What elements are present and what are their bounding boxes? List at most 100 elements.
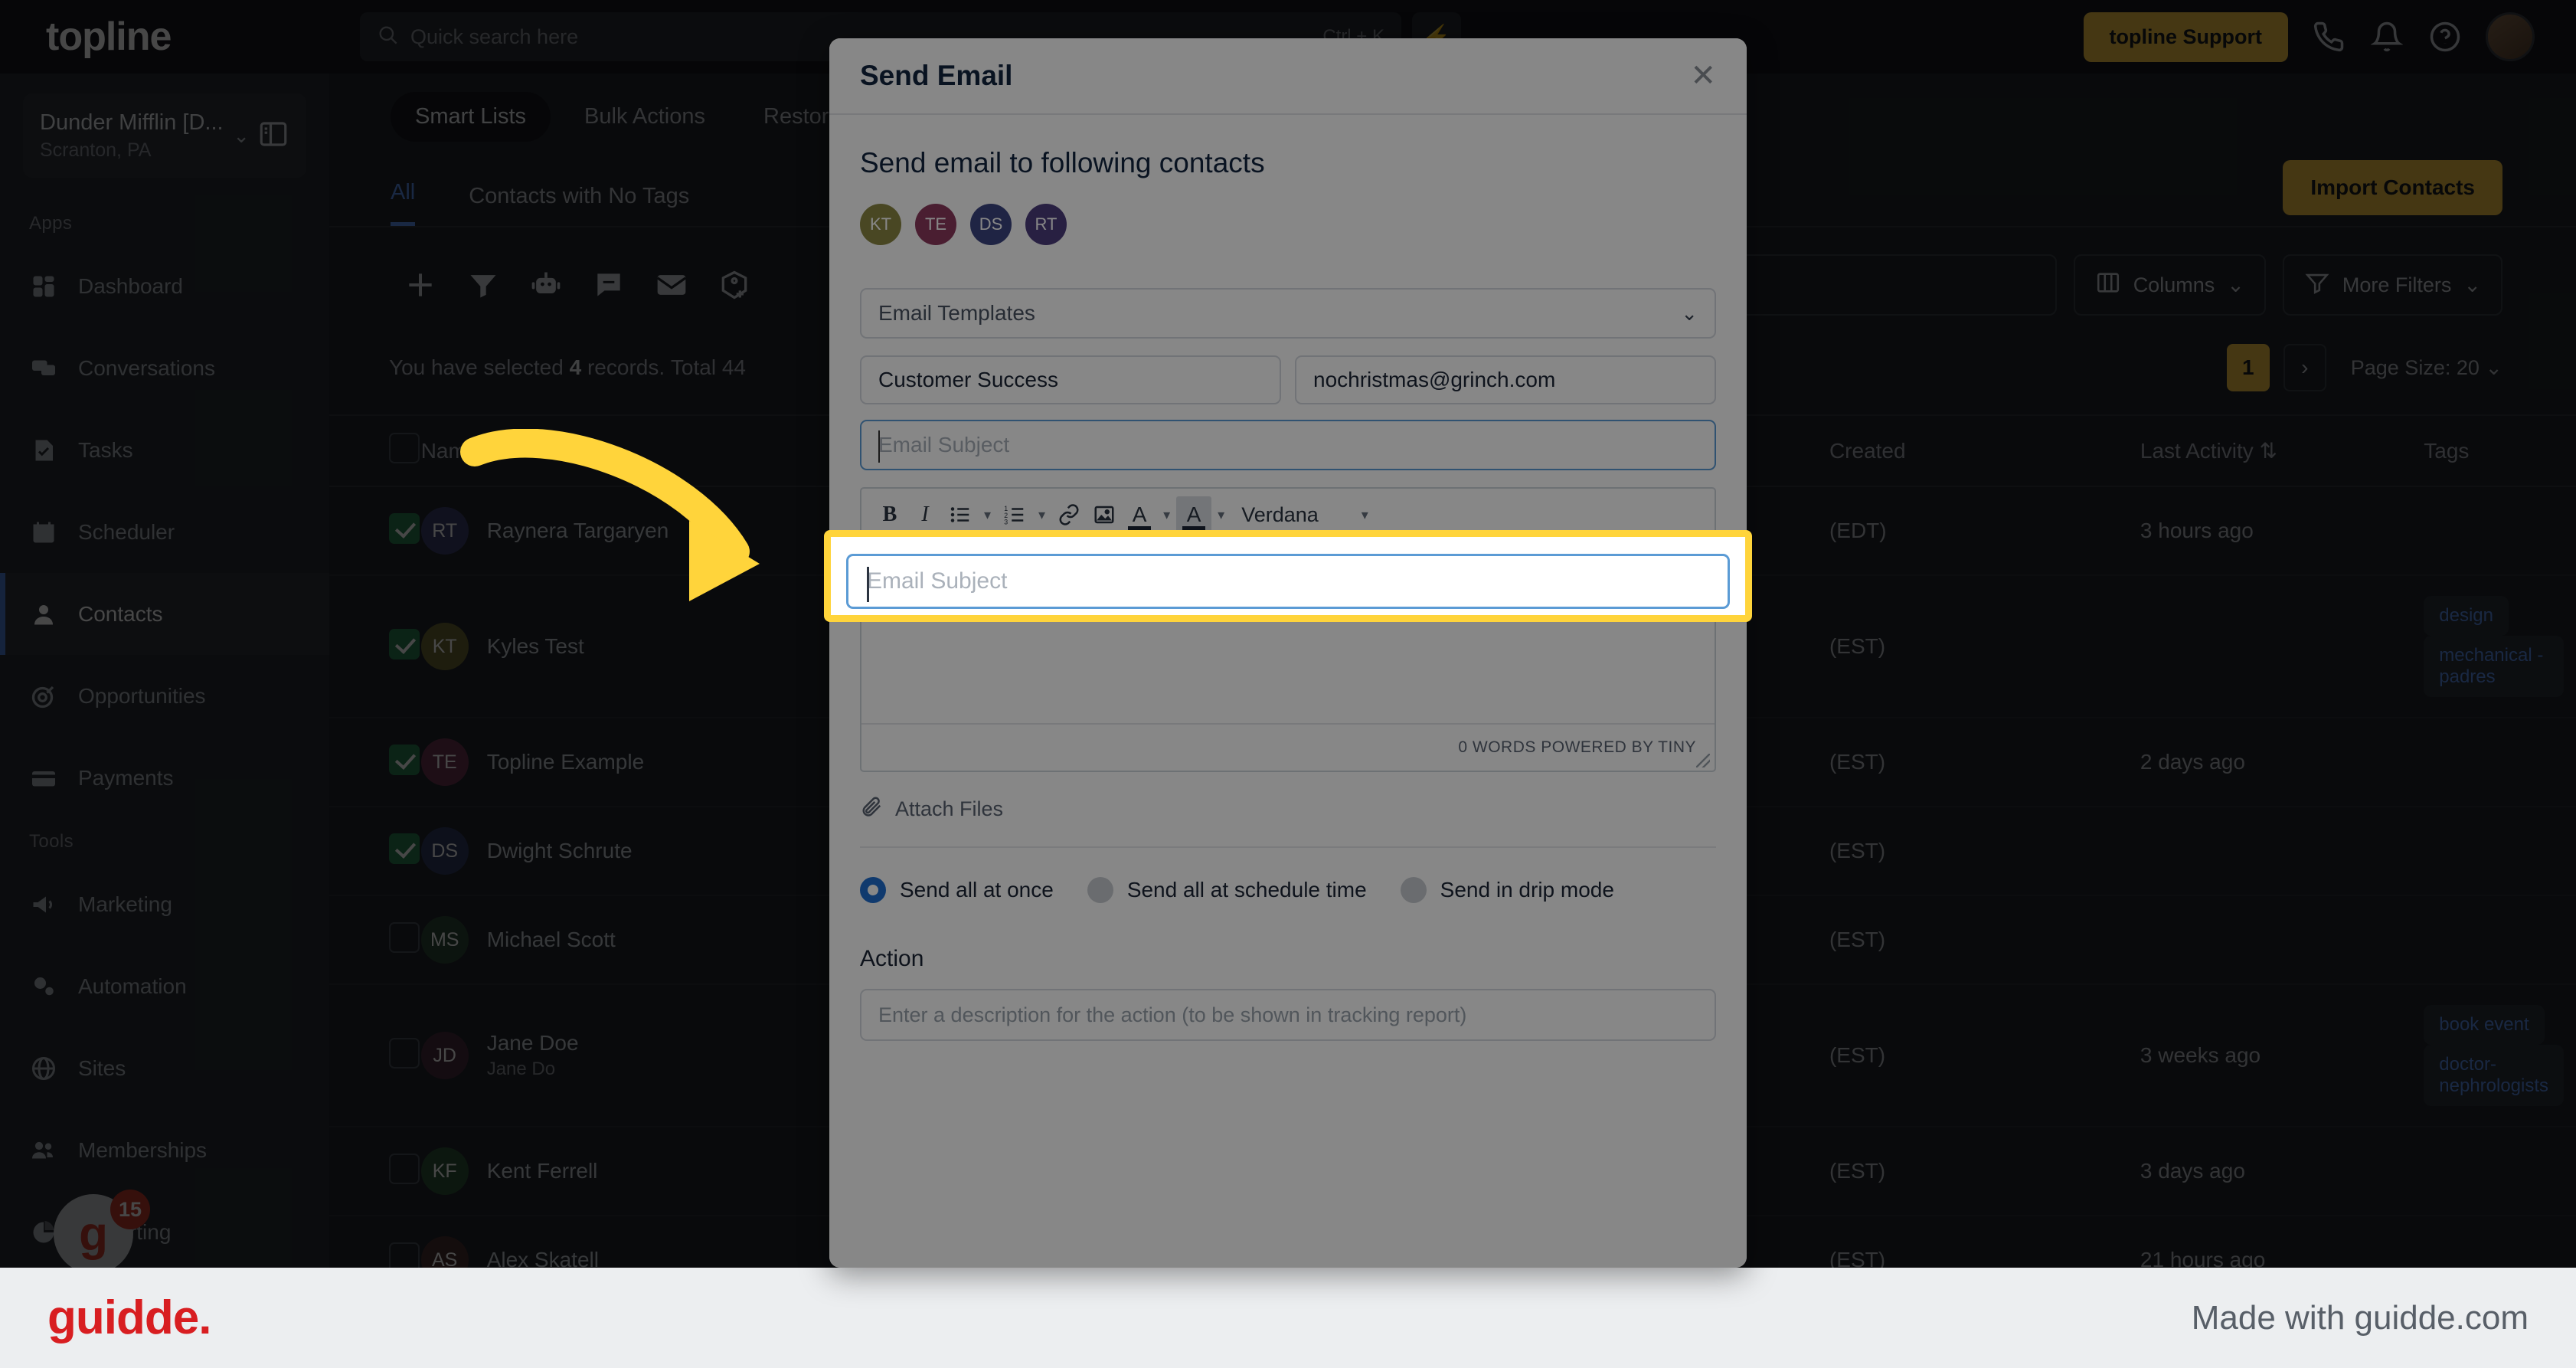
plus-icon[interactable] (389, 254, 452, 316)
row-checkbox[interactable] (389, 921, 420, 953)
row-checkbox-cell[interactable] (329, 807, 421, 896)
bold-icon[interactable]: B (872, 496, 907, 533)
more-filters-button[interactable]: More Filters ⌄ (2282, 254, 2502, 316)
close-icon[interactable]: ✕ (1690, 61, 1716, 91)
row-checkbox-cell[interactable] (329, 718, 421, 807)
tab-bulk-actions[interactable]: Bulk Actions (560, 92, 730, 142)
sidebar-item-contacts[interactable]: Contacts (0, 573, 329, 655)
resize-handle[interactable] (1696, 754, 1710, 767)
bullet-list-icon[interactable] (943, 496, 978, 533)
panel-toggle-icon[interactable] (257, 118, 289, 154)
sidebar-item-marketing[interactable]: Marketing (0, 863, 329, 945)
row-checkbox-cell[interactable] (329, 984, 421, 1127)
message-icon[interactable] (577, 254, 640, 316)
sidebar-item-sites[interactable]: Sites (0, 1027, 329, 1109)
contact-name: Michael Scott (486, 928, 616, 951)
row-checkbox[interactable] (389, 1153, 420, 1184)
italic-icon[interactable]: I (907, 496, 943, 533)
tag-chip[interactable]: book event (2424, 1005, 2545, 1045)
row-checkbox-cell[interactable] (329, 1127, 421, 1216)
highlight-color-icon[interactable]: A (1176, 496, 1212, 533)
more-filters-label: More Filters (2342, 273, 2452, 296)
row-checkbox[interactable] (389, 628, 420, 659)
row-checkbox-cell[interactable] (329, 895, 421, 985)
import-contacts-button[interactable]: Import Contacts (2283, 160, 2502, 215)
row-created-cell: (EST) (1829, 718, 2140, 807)
tag-plus-icon[interactable] (703, 254, 766, 316)
chevron-down-icon[interactable]: ⌄ (233, 124, 250, 148)
tab-smart-lists[interactable]: Smart Lists (391, 92, 551, 142)
column-created[interactable]: Created (1829, 414, 2140, 487)
action-description-input[interactable]: Enter a description for the action (to b… (860, 989, 1716, 1041)
column-tags[interactable]: Tags (2424, 414, 2576, 487)
people-icon (29, 1136, 58, 1165)
page-size-selector[interactable]: Page Size: 20 ⌄ (2351, 356, 2502, 380)
sidebar-item-label: Marketing (78, 892, 172, 916)
row-checkbox[interactable] (389, 1242, 420, 1268)
user-avatar[interactable] (2486, 12, 2535, 61)
font-family-select[interactable]: Verdana (1231, 503, 1329, 527)
support-button[interactable]: topline Support (2083, 11, 2288, 62)
radio-send-all-at-once[interactable]: Send all at once (860, 877, 1054, 903)
envelope-icon[interactable] (640, 254, 703, 316)
email-subject-input[interactable]: Email Subject (860, 420, 1716, 470)
question-icon[interactable] (2427, 19, 2463, 54)
tag-chip[interactable]: mechanical - padres (2424, 636, 2564, 697)
bot-icon[interactable] (515, 254, 577, 316)
sidebar-item-dashboard[interactable]: Dashboard (0, 245, 329, 327)
tag-chip[interactable]: doctor-nephrologists (2424, 1045, 2564, 1106)
chevron-down-icon[interactable]: ▾ (1157, 507, 1176, 523)
sort-icon[interactable]: ⇅ (2260, 439, 2277, 463)
text-color-icon[interactable]: A (1122, 496, 1157, 533)
row-checkbox[interactable] (389, 1037, 420, 1069)
chevron-down-icon[interactable]: ▾ (978, 507, 997, 523)
row-tags-cell: book eventdoctor-nephrologists (2424, 984, 2576, 1127)
columns-label: Columns (2133, 273, 2215, 296)
sidebar-item-memberships[interactable]: Memberships (0, 1109, 329, 1191)
sidebar-item-scheduler[interactable]: Scheduler (0, 491, 329, 573)
org-switcher[interactable]: Dunder Mifflin [D... Scranton, PA ⌄ (23, 93, 306, 178)
columns-button[interactable]: Columns ⌄ (2073, 254, 2266, 316)
tab-all[interactable]: All (391, 180, 416, 226)
support-chat-launcher[interactable]: g 15 (54, 1190, 150, 1268)
chevron-down-icon[interactable]: ▾ (1032, 507, 1051, 523)
sidebar-item-opportunities[interactable]: Opportunities (0, 655, 329, 737)
numbered-list-icon[interactable]: 123 (997, 496, 1032, 533)
row-checkbox-cell[interactable] (329, 575, 421, 718)
sidebar-item-conversations[interactable]: Conversations (0, 327, 329, 409)
filter-icon[interactable] (452, 254, 515, 316)
row-checkbox-cell[interactable] (329, 486, 421, 576)
column-last-activity[interactable]: Last Activity ⇅ (2140, 414, 2424, 487)
select-all-checkbox[interactable] (389, 433, 420, 463)
chevron-down-icon[interactable]: ▾ (1355, 507, 1375, 523)
row-tags-cell: designmechanical - padres (2424, 575, 2576, 718)
page-number-1[interactable]: 1 (2226, 344, 2270, 391)
modal-header: Send Email ✕ (829, 38, 1747, 115)
tab-contacts-no-tags[interactable]: Contacts with No Tags (469, 184, 689, 226)
sidebar-item-label: Dashboard (78, 273, 183, 298)
sidebar-item-automation[interactable]: Automation (0, 945, 329, 1027)
row-checkbox[interactable] (389, 512, 420, 544)
radio-send-drip-mode[interactable]: Send in drip mode (1400, 877, 1614, 903)
tag-chip[interactable]: design (2424, 596, 2509, 636)
from-email-input[interactable]: nochristmas@grinch.com (1295, 355, 1716, 404)
chevron-down-icon[interactable]: ▾ (1211, 507, 1231, 523)
sidebar-item-reporting[interactable]: Reporting (0, 1191, 329, 1268)
radio-send-at-schedule-time[interactable]: Send all at schedule time (1087, 877, 1367, 903)
attach-files-button[interactable]: Attach Files (860, 795, 1716, 848)
row-checkbox-cell[interactable] (329, 1216, 421, 1268)
sidebar-item-payments[interactable]: Payments (0, 737, 329, 819)
select-all-header[interactable] (329, 414, 421, 487)
row-checkbox[interactable] (389, 833, 420, 864)
bell-icon[interactable] (2369, 19, 2404, 54)
sidebar-item-tasks[interactable]: Tasks (0, 409, 329, 491)
next-page-button[interactable]: › (2283, 344, 2326, 391)
avatar: DS (420, 827, 469, 875)
link-icon[interactable] (1051, 496, 1087, 533)
phone-icon[interactable] (2311, 19, 2346, 54)
from-name-input[interactable]: Customer Success (860, 355, 1281, 404)
row-checkbox[interactable] (389, 744, 420, 775)
email-subject-input-highlighted[interactable]: Email Subject (846, 554, 1730, 609)
email-templates-select[interactable]: Email Templates ⌄ (860, 288, 1716, 339)
image-icon[interactable] (1087, 496, 1122, 533)
